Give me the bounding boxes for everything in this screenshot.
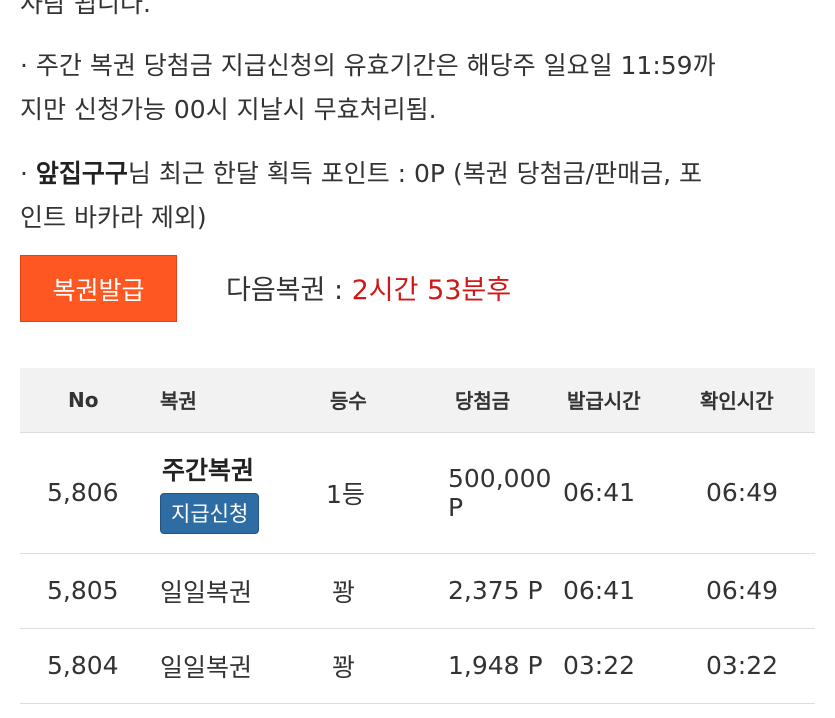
- cell-issued-time: 06:41: [563, 432, 696, 554]
- cell-prize: 2,375 P: [448, 553, 563, 629]
- partial-notice-text: 사람 됩니다.: [20, 0, 151, 18]
- next-lottery-time: 2시간 53분후: [351, 275, 512, 306]
- cell-no: 5,805: [20, 553, 160, 629]
- cell-no: 5,804: [20, 628, 160, 704]
- notice-points-line: · 앞집구구님 최근 한달 획득 포인트 : 0P (복권 당첨금/판매금, 포: [20, 154, 702, 190]
- table-row: 5,805 일일복권 꽝 2,375 P 06:41 06:49: [20, 553, 815, 629]
- cell-rank: 꽝: [326, 553, 448, 629]
- cell-rank: 꽝: [326, 628, 448, 704]
- header-issued-time: 발급시간: [563, 368, 696, 433]
- header-lottery: 복권: [160, 368, 326, 433]
- cell-checked-time: 06:49: [696, 432, 815, 554]
- cell-checked-time: 06:49: [696, 553, 815, 629]
- table-header-row: No 복권 등수 당첨금 발급시간 확인시간: [20, 368, 815, 433]
- cell-lottery: 일일복권: [160, 553, 326, 629]
- username: 앞집구구: [35, 159, 128, 188]
- notice-points-line2: 인트 바카라 제외): [20, 203, 207, 232]
- next-lottery-info: 다음복권 : 2시간 53분후: [226, 268, 511, 307]
- header-prize: 당첨금: [448, 368, 563, 433]
- notice-validity-line1: · 주간 복권 당첨금 지급신청의 유효기간은 해당주 일요일 11:59까: [20, 51, 716, 80]
- bullet: ·: [20, 159, 36, 188]
- header-rank: 등수: [326, 368, 448, 433]
- issue-lottery-button[interactable]: 복권발급: [20, 255, 177, 322]
- cell-prize: 1,948 P: [448, 628, 563, 704]
- header-checked-time: 확인시간: [696, 368, 815, 433]
- header-no: No: [20, 368, 160, 433]
- cell-lottery: 주간복권 지급신청: [160, 432, 326, 554]
- table-row: 5,804 일일복권 꽝 1,948 P 03:22 03:22: [20, 628, 815, 704]
- cell-issued-time: 03:22: [563, 628, 696, 704]
- points-text: 님 최근 한달 획득 포인트 : 0P (복권 당첨금/판매금, 포: [127, 159, 702, 188]
- lottery-table: No 복권 등수 당첨금 발급시간 확인시간 5,806 주간복권 지급신청 1…: [20, 368, 815, 704]
- lottery-name: 주간복권: [162, 456, 255, 485]
- cell-lottery: 일일복권: [160, 628, 326, 704]
- cell-no: 5,806: [20, 432, 160, 554]
- next-lottery-label: 다음복권 :: [226, 275, 352, 306]
- claim-button[interactable]: 지급신청: [160, 493, 260, 534]
- table-row: 5,806 주간복권 지급신청 1등 500,000 P 06:41 06:49: [20, 432, 815, 554]
- cell-checked-time: 03:22: [696, 628, 815, 704]
- notice-validity-line2: 지만 신청가능 00시 지날시 무효처리됨.: [20, 95, 437, 124]
- cell-rank: 1등: [326, 432, 448, 554]
- cell-prize: 500,000 P: [448, 432, 563, 554]
- cell-issued-time: 06:41: [563, 553, 696, 629]
